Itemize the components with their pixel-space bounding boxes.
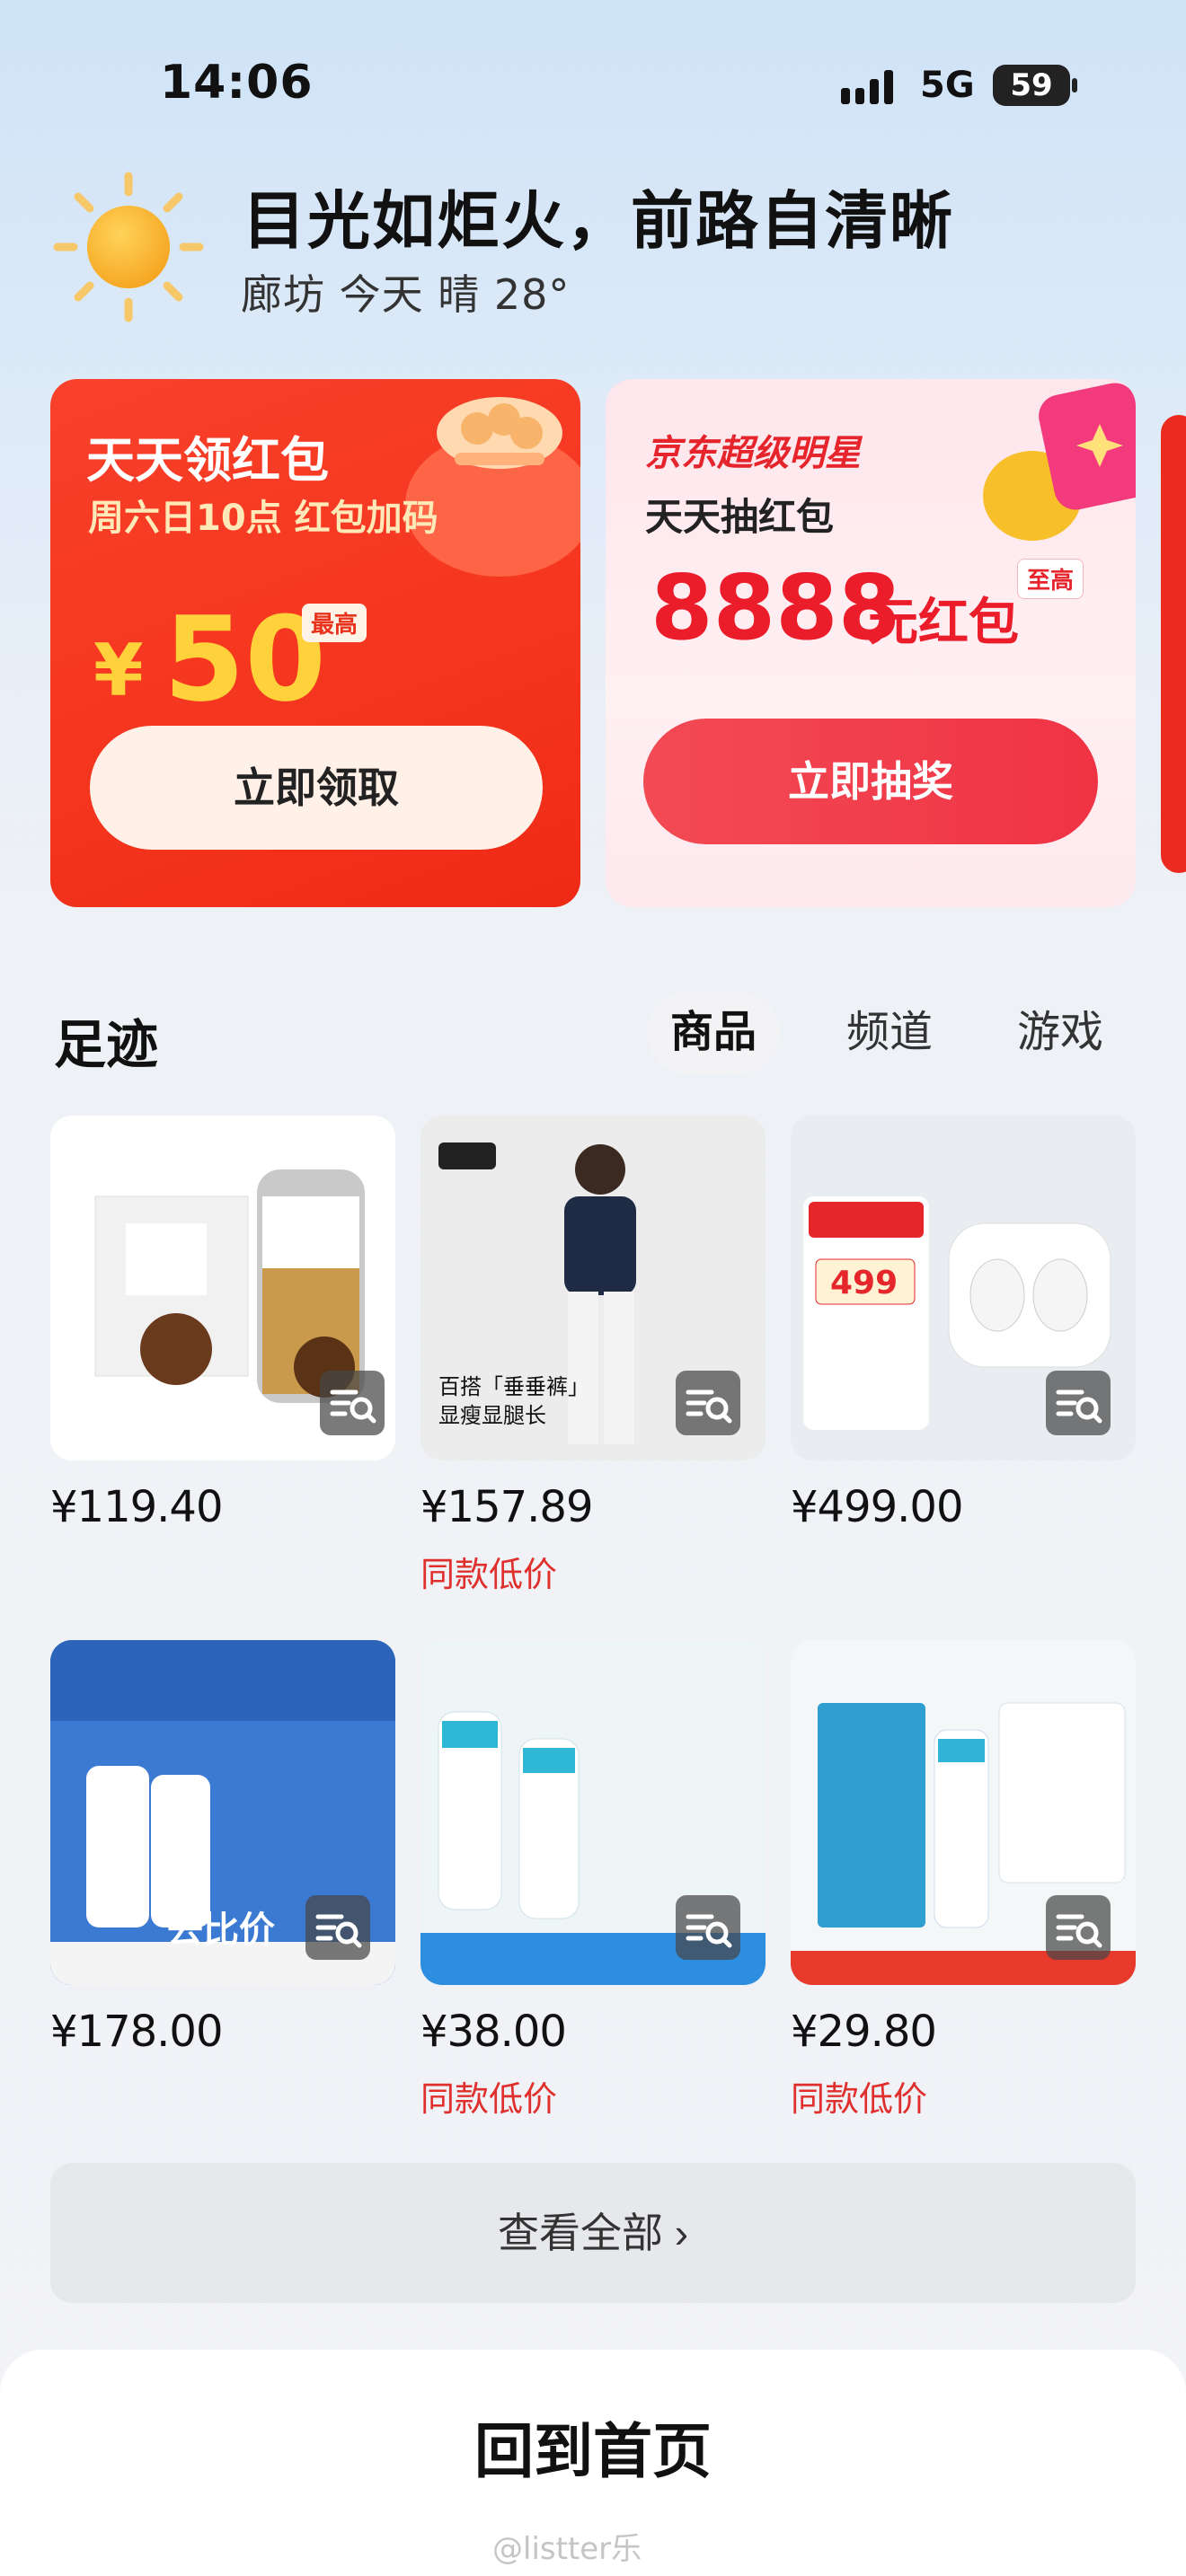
lottery-card[interactable]: 京东超级明星 天天抽红包 8888 元红包 至高 立即抽奖 (606, 379, 1136, 907)
lottery-subtitle: 天天抽红包 (645, 495, 835, 539)
search-list-icon (315, 1914, 362, 1948)
search-list-icon (330, 1389, 376, 1424)
tab-games[interactable]: 游戏 (994, 992, 1127, 1074)
footprint-title: 足迹 (54, 1014, 159, 1075)
next-card-peek[interactable] (1161, 415, 1186, 873)
find-similar-icon[interactable] (676, 1895, 740, 1960)
low-price-tag: 同款低价 (420, 2079, 558, 2119)
product-card[interactable] (420, 1640, 766, 1985)
tab-products[interactable]: 商品 (647, 992, 781, 1074)
find-similar-icon[interactable] (1046, 1895, 1111, 1960)
product-price: ¥38.00 (420, 2007, 567, 2057)
sun-icon (53, 172, 204, 322)
red-envelope-icon (983, 383, 1136, 541)
battery-indicator: 59 (993, 65, 1070, 106)
lottery-brand: 京东超级明星 (645, 433, 861, 474)
search-list-icon (1056, 1914, 1102, 1948)
product-card[interactable] (791, 1640, 1136, 1985)
tab-channels[interactable]: 频道 (823, 992, 956, 1074)
product-price: ¥29.80 (791, 2007, 937, 2057)
lottery-amount: 8888 (651, 555, 901, 660)
product-price: ¥157.89 (420, 1482, 593, 1532)
svg-text:499: 499 (830, 1265, 898, 1301)
find-similar-icon[interactable] (1046, 1371, 1111, 1435)
low-price-tag: 同款低价 (420, 1555, 558, 1594)
watermark: @listter乐 (492, 2531, 642, 2567)
compare-price-label[interactable]: 去比价 (167, 1901, 275, 1953)
status-time: 14:06 (160, 56, 314, 110)
find-similar-icon[interactable] (320, 1371, 385, 1435)
signal-icon (841, 70, 893, 104)
page-slogan: 目光如炬火，前路自清晰 (243, 184, 954, 258)
product-card[interactable]: 去比价 (50, 1640, 395, 1985)
claim-button[interactable]: 立即领取 (90, 726, 543, 850)
low-price-tag: 同款低价 (791, 2079, 928, 2119)
battery-tip-icon (1072, 78, 1077, 93)
product-card[interactable] (50, 1116, 395, 1460)
red-packet-card[interactable]: 天天领红包 周六日10点 红包加码 ¥ 50 最高 立即领取 (50, 379, 580, 907)
weather-info: 廊坊 今天 晴 28° (241, 270, 571, 319)
money-bag-icon (405, 397, 580, 577)
svg-text:显瘦显腿长: 显瘦显腿长 (438, 1403, 546, 1428)
red-packet-title: 天天领红包 (86, 432, 329, 489)
max-badge: 至高 (1017, 559, 1084, 599)
find-similar-icon[interactable] (676, 1371, 740, 1435)
search-list-icon (686, 1914, 732, 1948)
lottery-button[interactable]: 立即抽奖 (643, 719, 1098, 844)
lottery-unit: 元红包 (868, 594, 1019, 652)
product-price: ¥499.00 (791, 1482, 963, 1532)
red-packet-subtitle: 周六日10点 红包加码 (88, 498, 438, 539)
view-all-button[interactable]: 查看全部 › (50, 2163, 1136, 2303)
currency-symbol: ¥ (93, 629, 144, 712)
product-card[interactable]: 499 (791, 1116, 1136, 1460)
network-label: 5G (920, 65, 975, 106)
svg-text:百搭「垂垂裤」: 百搭「垂垂裤」 (438, 1374, 589, 1399)
product-price: ¥119.40 (50, 1482, 223, 1532)
find-similar-icon[interactable] (305, 1895, 370, 1960)
search-list-icon (1056, 1389, 1102, 1424)
max-badge: 最高 (302, 604, 367, 642)
search-list-icon (686, 1389, 732, 1424)
product-card[interactable]: 百搭「垂垂裤」 显瘦显腿长 (420, 1116, 766, 1460)
product-price: ¥178.00 (50, 2007, 223, 2057)
back-to-home-button[interactable]: 回到首页 (0, 2404, 1186, 2490)
